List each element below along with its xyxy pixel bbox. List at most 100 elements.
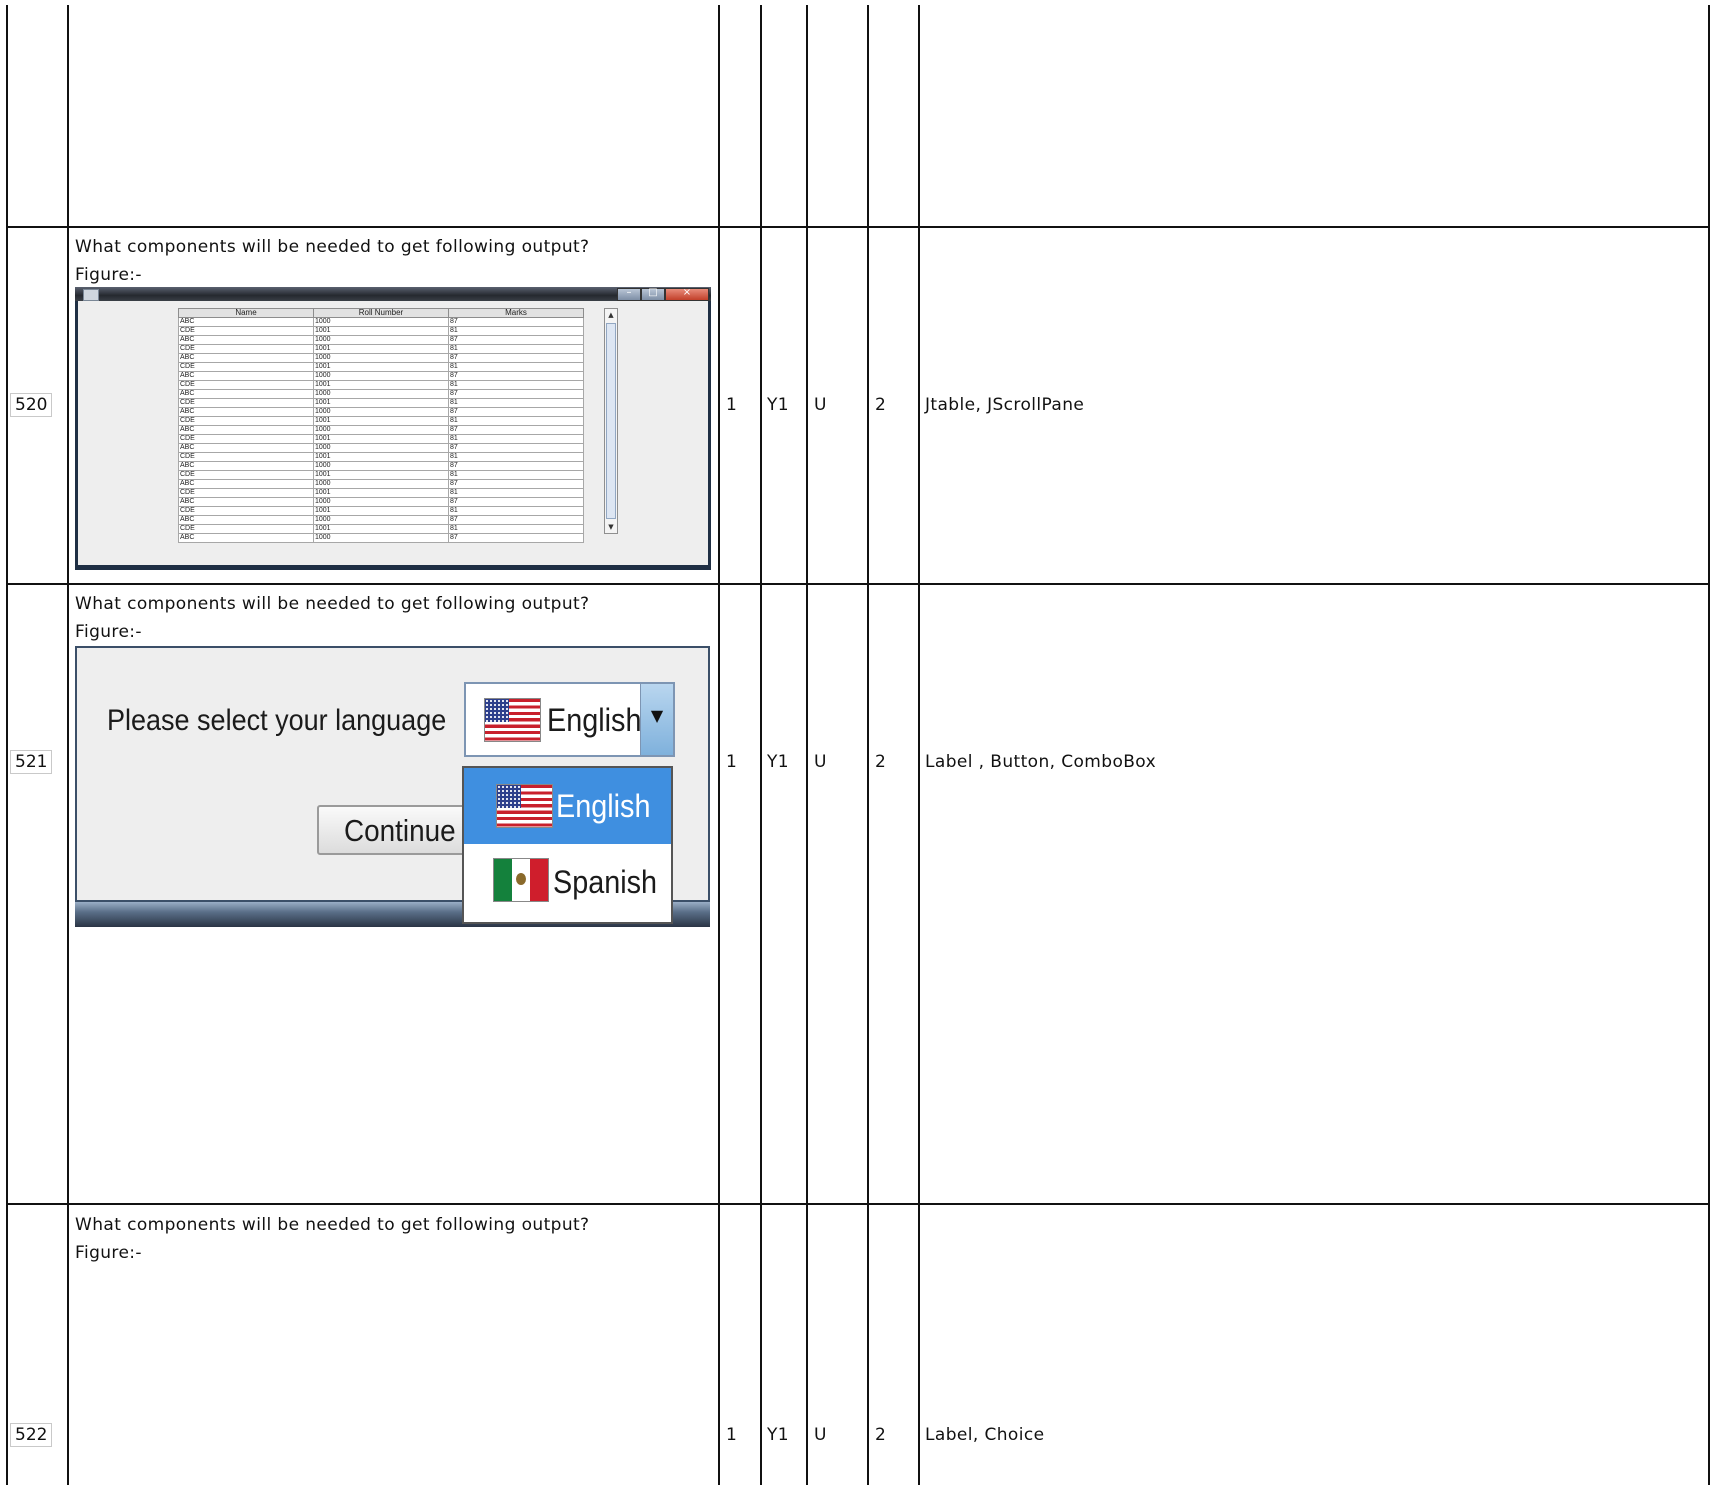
language-dropdown-list[interactable]: English Spanish [462,766,673,924]
table-cell[interactable]: 81 [448,326,584,336]
table-row[interactable]: ABC 1000 87 [178,479,584,489]
table-row[interactable]: CDE 1001 81 [178,344,584,354]
vertical-scrollbar[interactable]: ▲ ▼ [604,308,618,534]
jtable[interactable]: Name Roll Number Marks ABC 1000 87 CDE 1001 8… [178,308,584,543]
table-row[interactable]: ABC 1000 87 [178,407,584,417]
table-cell[interactable]: ABC [178,461,314,471]
table-row[interactable]: ABC 1000 87 [178,317,584,327]
table-cell[interactable]: CDE [178,362,314,372]
table-cell[interactable]: ABC [178,479,314,489]
table-cell[interactable]: 87 [448,335,584,345]
table-row[interactable]: CDE 1001 81 [178,452,584,462]
table-row[interactable]: CDE 1001 81 [178,434,584,444]
table-row[interactable]: ABC 1000 87 [178,533,584,543]
table-cell[interactable]: 81 [448,506,584,516]
table-cell[interactable]: ABC [178,335,314,345]
table-cell[interactable]: 87 [448,479,584,489]
table-cell[interactable]: 1001 [313,452,449,462]
table-row[interactable]: ABC 1000 87 [178,371,584,381]
table-cell[interactable]: 1001 [313,488,449,498]
table-cell[interactable]: CDE [178,380,314,390]
table-row[interactable]: ABC 1000 87 [178,389,584,399]
table-cell[interactable]: ABC [178,371,314,381]
table-row[interactable]: ABC 1000 87 [178,425,584,435]
minimize-button[interactable]: – [617,287,641,301]
table-cell[interactable]: 1001 [313,326,449,336]
language-combobox[interactable]: English ▼ [464,682,675,757]
table-cell[interactable]: CDE [178,452,314,462]
table-row[interactable]: CDE 1001 81 [178,362,584,372]
column-header-roll-number[interactable]: Roll Number [313,308,449,318]
table-cell[interactable]: 1001 [313,524,449,534]
table-cell[interactable]: ABC [178,425,314,435]
table-cell[interactable]: 1000 [313,317,449,327]
table-cell[interactable]: 1001 [313,344,449,354]
table-cell[interactable]: 87 [448,371,584,381]
scroll-up-arrow-icon[interactable]: ▲ [605,309,617,321]
table-cell[interactable]: CDE [178,434,314,444]
table-row[interactable]: ABC 1000 87 [178,461,584,471]
table-cell[interactable]: 87 [448,497,584,507]
table-cell[interactable]: 1001 [313,470,449,480]
table-row[interactable]: CDE 1001 81 [178,380,584,390]
table-cell[interactable]: CDE [178,488,314,498]
table-cell[interactable]: CDE [178,326,314,336]
table-cell[interactable]: 1000 [313,425,449,435]
table-row[interactable]: CDE 1001 81 [178,506,584,516]
table-cell[interactable]: 1000 [313,389,449,399]
table-cell[interactable]: 81 [448,470,584,480]
table-cell[interactable]: 87 [448,353,584,363]
dropdown-option-english[interactable]: English [464,768,671,844]
table-row[interactable]: CDE 1001 81 [178,398,584,408]
table-cell[interactable]: CDE [178,344,314,354]
table-cell[interactable]: 81 [448,434,584,444]
table-cell[interactable]: 1001 [313,380,449,390]
scrollbar-thumb[interactable] [606,323,616,519]
table-cell[interactable]: 81 [448,452,584,462]
maximize-button[interactable]: □ [641,287,665,301]
table-cell[interactable]: 1001 [313,434,449,444]
table-cell[interactable]: CDE [178,524,314,534]
combobox-arrow-button[interactable]: ▼ [640,684,673,755]
table-cell[interactable]: CDE [178,416,314,426]
table-cell[interactable]: 81 [448,380,584,390]
column-header-marks[interactable]: Marks [448,308,584,318]
table-cell[interactable]: CDE [178,506,314,516]
table-cell[interactable]: CDE [178,470,314,480]
table-row[interactable]: CDE 1001 81 [178,470,584,480]
table-cell[interactable]: 1000 [313,335,449,345]
table-row[interactable]: ABC 1000 87 [178,353,584,363]
table-cell[interactable]: 81 [448,488,584,498]
table-cell[interactable]: 1000 [313,515,449,525]
table-row[interactable]: ABC 1000 87 [178,335,584,345]
table-cell[interactable]: 87 [448,407,584,417]
table-cell[interactable]: 87 [448,443,584,453]
table-row[interactable]: CDE 1001 81 [178,524,584,534]
table-cell[interactable]: ABC [178,407,314,417]
table-cell[interactable]: 1001 [313,398,449,408]
table-cell[interactable]: ABC [178,389,314,399]
table-cell[interactable]: 87 [448,533,584,543]
table-row[interactable]: CDE 1001 81 [178,416,584,426]
table-cell[interactable]: 1000 [313,371,449,381]
table-cell[interactable]: ABC [178,515,314,525]
table-cell[interactable]: 1001 [313,362,449,372]
table-cell[interactable]: 87 [448,461,584,471]
table-cell[interactable]: 81 [448,398,584,408]
table-row[interactable]: CDE 1001 81 [178,488,584,498]
table-row[interactable]: ABC 1000 87 [178,515,584,525]
table-cell[interactable]: CDE [178,398,314,408]
table-row[interactable]: CDE 1001 81 [178,326,584,336]
table-cell[interactable]: 1000 [313,443,449,453]
table-row[interactable]: ABC 1000 87 [178,497,584,507]
table-cell[interactable]: 81 [448,416,584,426]
table-cell[interactable]: 87 [448,515,584,525]
table-cell[interactable]: ABC [178,443,314,453]
table-row[interactable]: ABC 1000 87 [178,443,584,453]
table-cell[interactable]: 1000 [313,407,449,417]
table-cell[interactable]: 81 [448,344,584,354]
table-cell[interactable]: 1001 [313,416,449,426]
table-cell[interactable]: 1000 [313,533,449,543]
dropdown-option-spanish[interactable]: Spanish [464,844,671,920]
table-cell[interactable]: 1001 [313,506,449,516]
